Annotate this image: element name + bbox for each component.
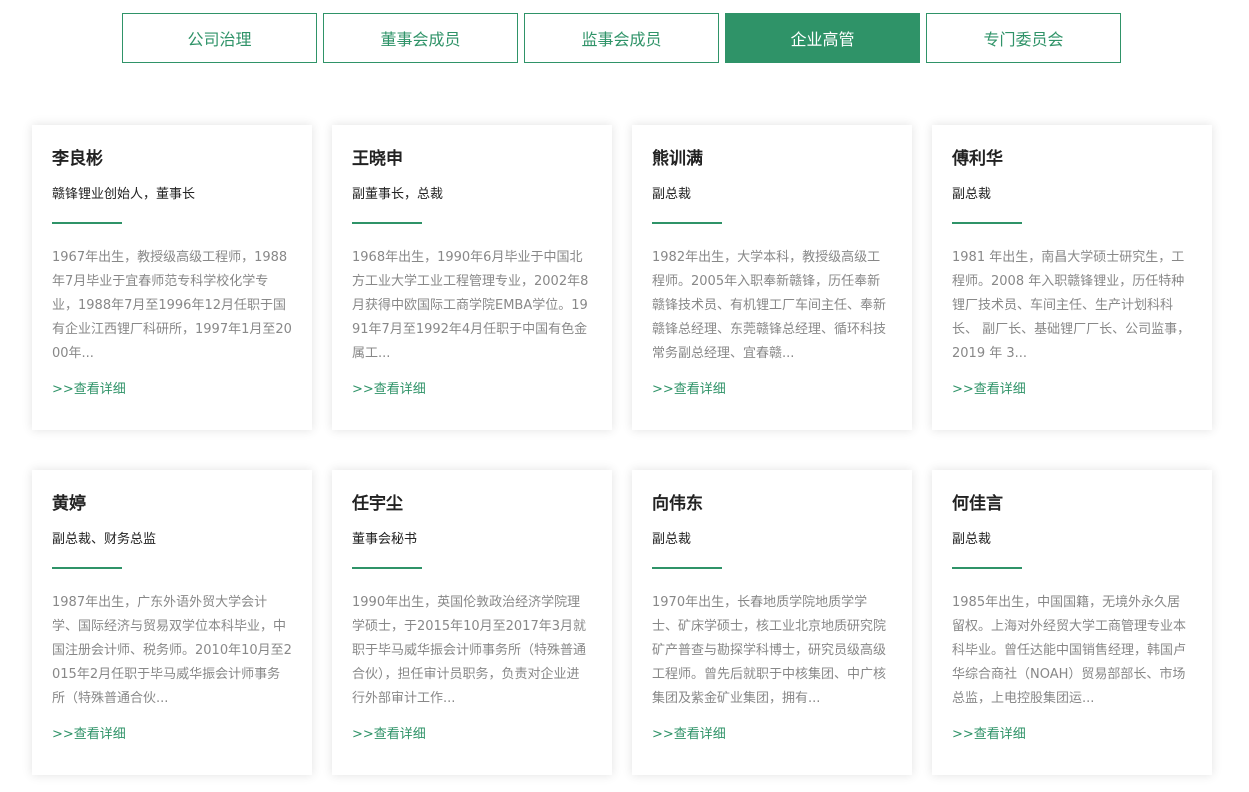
view-details-link[interactable]: >>查看详细 xyxy=(952,726,1026,744)
executive-card: 熊训满 副总裁 1982年出生，大学本科，教授级高级工程师。2005年入职奉新赣… xyxy=(632,125,912,430)
executive-card: 傅利华 副总裁 1981 年出生，南昌大学硕士研究生，工程师。2008 年入职赣… xyxy=(932,125,1212,430)
divider xyxy=(952,567,1022,569)
divider xyxy=(952,222,1022,224)
executive-title: 赣锋锂业创始人，董事长 xyxy=(52,187,196,202)
tab-executives[interactable]: 企业高管 xyxy=(725,13,920,63)
executive-name: 傅利华 xyxy=(952,149,1003,169)
view-details-link[interactable]: >>查看详细 xyxy=(952,381,1026,399)
executive-bio: 1987年出生，广东外语外贸大学会计学、国际经济与贸易双学位本科毕业，中国注册会… xyxy=(52,595,292,706)
executive-title: 副总裁 xyxy=(952,532,992,547)
executive-title: 董事会秘书 xyxy=(352,532,418,547)
executive-name: 任宇尘 xyxy=(352,494,403,514)
view-details-link[interactable]: >>查看详细 xyxy=(52,381,126,399)
tab-supervisory-board[interactable]: 监事会成员 xyxy=(524,13,719,63)
executive-bio: 1967年出生，教授级高级工程师，1988年7月毕业于宜春师范专科学校化学专业，… xyxy=(52,250,292,361)
divider xyxy=(352,567,422,569)
executive-title: 副总裁 xyxy=(952,187,992,202)
executive-title: 副总裁 xyxy=(652,187,692,202)
executive-bio: 1981 年出生，南昌大学硕士研究生，工程师。2008 年入职赣锋锂业，历任特种… xyxy=(952,250,1191,361)
view-details-link[interactable]: >>查看详细 xyxy=(352,381,426,399)
divider xyxy=(652,567,722,569)
view-details-link[interactable]: >>查看详细 xyxy=(352,726,426,744)
executive-bio: 1990年出生，英国伦敦政治经济学院理学硕士，于2015年10月至2017年3月… xyxy=(352,595,587,706)
executive-name: 黄婷 xyxy=(52,494,86,514)
divider xyxy=(352,222,422,224)
tab-corporate-governance[interactable]: 公司治理 xyxy=(122,13,317,63)
executive-name: 李良彬 xyxy=(52,149,103,169)
executive-card: 向伟东 副总裁 1970年出生，长春地质学院地质学学士、矿床学硕士，核工业北京地… xyxy=(632,470,912,775)
tab-special-committees[interactable]: 专门委员会 xyxy=(926,13,1121,63)
executive-name: 熊训满 xyxy=(652,149,703,169)
view-details-link[interactable]: >>查看详细 xyxy=(52,726,126,744)
executive-title: 副董事长，总裁 xyxy=(352,187,444,202)
executive-bio: 1968年出生，1990年6月毕业于中国北方工业大学工业工程管理专业，2002年… xyxy=(352,250,589,361)
executive-card: 黄婷 副总裁、财务总监 1987年出生，广东外语外贸大学会计学、国际经济与贸易双… xyxy=(32,470,312,775)
executive-bio: 1982年出生，大学本科，教授级高级工程师。2005年入职奉新赣锋，历任奉新赣锋… xyxy=(652,250,887,361)
executive-grid: 李良彬 赣锋锂业创始人，董事长 1967年出生，教授级高级工程师，1988年7月… xyxy=(32,125,1212,775)
executive-card: 王晓申 副董事长，总裁 1968年出生，1990年6月毕业于中国北方工业大学工业… xyxy=(332,125,612,430)
divider xyxy=(52,222,122,224)
executive-name: 王晓申 xyxy=(352,149,403,169)
executive-card: 李良彬 赣锋锂业创始人，董事长 1967年出生，教授级高级工程师，1988年7月… xyxy=(32,125,312,430)
view-details-link[interactable]: >>查看详细 xyxy=(652,381,726,399)
executive-name: 向伟东 xyxy=(652,494,703,514)
executive-title: 副总裁 xyxy=(652,532,692,547)
executive-card: 任宇尘 董事会秘书 1990年出生，英国伦敦政治经济学院理学硕士，于2015年1… xyxy=(332,470,612,775)
divider xyxy=(652,222,722,224)
divider xyxy=(52,567,122,569)
view-details-link[interactable]: >>查看详细 xyxy=(652,726,726,744)
executive-bio: 1970年出生，长春地质学院地质学学士、矿床学硕士，核工业北京地质研究院矿产普查… xyxy=(652,595,887,706)
tab-board-members[interactable]: 董事会成员 xyxy=(323,13,518,63)
section-tabs: 公司治理 董事会成员 监事会成员 企业高管 专门委员会 xyxy=(122,13,1121,63)
executive-name: 何佳言 xyxy=(952,494,1003,514)
executive-title: 副总裁、财务总监 xyxy=(52,532,157,547)
executive-card: 何佳言 副总裁 1985年出生，中国国籍，无境外永久居留权。上海对外经贸大学工商… xyxy=(932,470,1212,775)
executive-bio: 1985年出生，中国国籍，无境外永久居留权。上海对外经贸大学工商管理专业本科毕业… xyxy=(952,595,1187,706)
